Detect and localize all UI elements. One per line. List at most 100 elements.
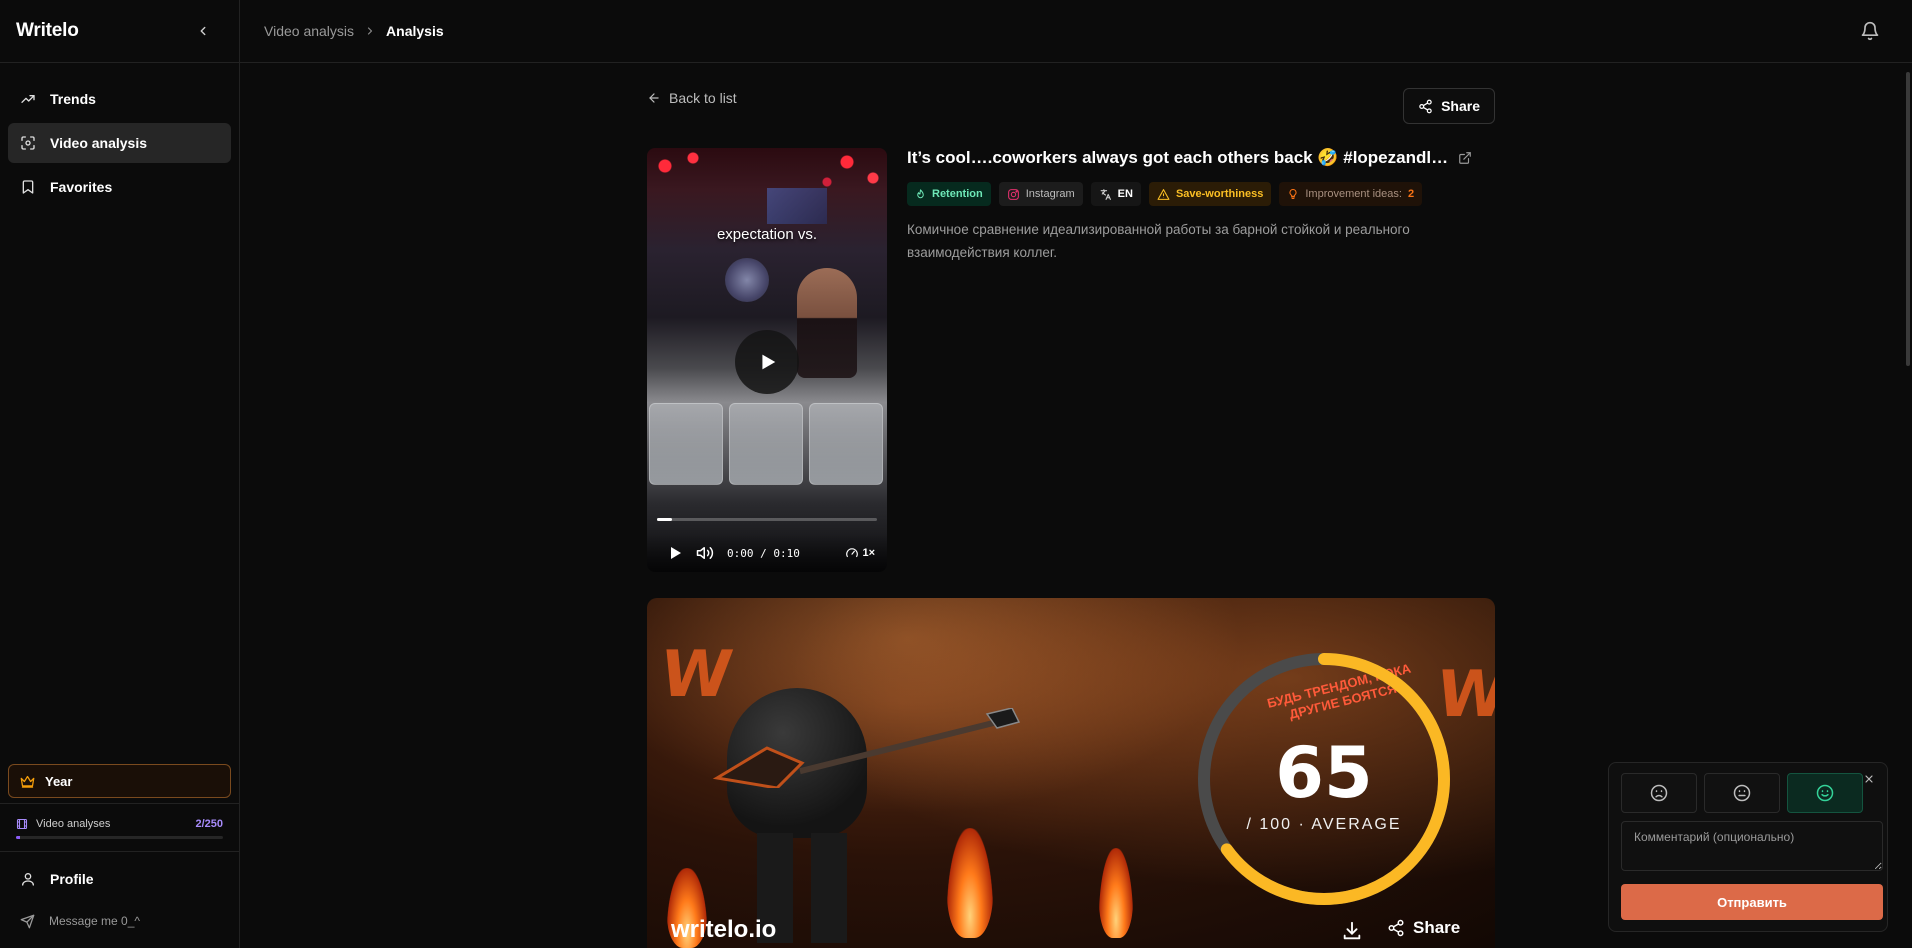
play-icon [671,547,681,559]
film-icon [16,818,28,830]
video-play-overlay-button[interactable] [735,330,799,394]
lightbulb-icon [1289,188,1297,199]
external-link-icon [1459,152,1471,164]
back-to-list-link[interactable]: Back to list [647,90,737,106]
improvement-ideas-tag[interactable]: Improvement ideas: 2 [1279,182,1423,206]
video-progress-fill [657,518,673,521]
banner-share-button[interactable]: Share [1387,918,1460,938]
save-worthiness-label: Save-worthiness [1175,188,1264,200]
open-external-button[interactable] [1458,151,1472,165]
language-tag: EN [1090,182,1141,206]
bookmark-icon [22,180,34,194]
breadcrumb-video-analysis[interactable]: Video analysis [264,23,354,39]
crown-icon [20,775,35,788]
top-bar: Video analysis Analysis [240,0,1912,63]
guitar-illustration [712,708,1021,788]
instagram-icon [1007,188,1019,200]
feedback-rating [1621,773,1875,813]
tag-row: Retention Instagram EN Save-worthiness I… [907,182,1495,206]
video-player[interactable]: expectation vs. 0:00 / 0:10 1× [647,148,887,572]
volume-icon [696,547,714,559]
score-banner: W W БУДЬ ТРЕНДОМ, ПОКА ДРУГИЕ БОЯТСЯ 65 … [647,598,1495,948]
chevron-right-icon [367,27,373,35]
sidebar-item-label: Trends [50,91,96,107]
feedback-widget: Отправить [1608,762,1888,932]
download-button[interactable] [1341,920,1363,942]
retention-tag: Retention [907,182,991,206]
feedback-submit-label: Отправить [1717,894,1787,910]
collapse-sidebar-button[interactable] [193,21,213,41]
rating-happy-button[interactable] [1787,773,1863,813]
scrollbar[interactable] [1904,64,1912,948]
download-icon [1343,921,1361,940]
improvement-count: 2 [1407,188,1415,200]
video-frame-person [797,268,857,378]
feedback-close-button[interactable] [1863,773,1877,787]
rating-neutral-button[interactable] [1704,773,1780,813]
volume-button[interactable] [695,544,715,562]
scrollbar-thumb[interactable] [1906,72,1910,366]
notifications-button[interactable] [1860,21,1880,41]
arrow-left-icon [649,93,659,103]
usage-meter: Video analyses 2/250 [16,818,223,839]
feedback-submit-button[interactable]: Отправить [1621,884,1883,920]
sidebar-item-trends[interactable]: Trends [8,79,231,119]
chevron-left-icon [200,26,206,36]
video-frame-glass [729,403,803,485]
profile-label: Profile [50,871,94,887]
usage-bar-fill [16,836,20,839]
platform-label: Instagram [1025,188,1075,200]
usage-bar [16,836,223,839]
usage-label: Video analyses [36,818,111,830]
sidebar-item-label: Favorites [50,179,113,195]
brand-logo[interactable]: Writelo [16,20,79,42]
save-worthiness-tag: Save-worthiness [1148,182,1272,206]
video-frame-disc [725,258,769,302]
share-icon [1388,919,1404,937]
sad-face-icon [1650,784,1668,802]
sidebar-item-video-analysis[interactable]: Video analysis [8,123,231,163]
close-icon [1865,775,1873,783]
sidebar-item-label: Video analysis [50,135,148,151]
score-value: 65 [1275,732,1373,814]
w-logo-mark: W [655,638,737,712]
back-label: Back to list [669,90,737,106]
retention-label: Retention [932,188,983,200]
playback-speed-label: 1× [862,547,875,559]
flame-icon [917,188,924,198]
translate-icon [1100,188,1111,200]
flame-decoration [947,828,993,938]
video-frame-screen [767,188,827,224]
bell-icon [1861,21,1879,41]
gauge-icon [846,548,859,558]
divider [0,851,239,852]
platform-tag: Instagram [998,182,1083,206]
play-button[interactable] [667,545,683,561]
rating-sad-button[interactable] [1621,773,1697,813]
video-info: It’s cool….coworkers always got each oth… [907,148,1495,264]
sidebar: Writelo Trends Video analysis Favorites … [0,0,240,948]
share-label: Share [1441,98,1480,114]
improvement-label: Improvement ideas: [1305,188,1402,200]
sidebar-item-favorites[interactable]: Favorites [8,167,231,207]
language-label: EN [1117,188,1133,200]
breadcrumb: Video analysis Analysis [264,23,444,39]
banner-brand: writelo.io [671,916,777,943]
share-button[interactable]: Share [1403,88,1495,124]
plan-badge[interactable]: Year [8,764,231,798]
feedback-comment-field[interactable] [1621,821,1883,871]
profile-link[interactable]: Profile [8,860,231,898]
breadcrumb-analysis: Analysis [386,23,444,39]
video-time: 0:00 / 0:10 [727,546,800,560]
video-frame-glass [649,403,723,485]
trending-up-icon [21,95,35,103]
video-progress-bar[interactable] [657,518,877,521]
video-description: Комичное сравнение идеализированной рабо… [907,222,1410,260]
send-icon [20,914,35,928]
share-icon [1419,99,1432,113]
plan-label: Year [45,773,73,789]
video-caption: expectation vs. [716,226,818,243]
message-link[interactable]: Message me 0_^ [8,904,231,938]
warning-icon [1157,188,1170,200]
playback-speed-button[interactable]: 1× [845,546,875,560]
